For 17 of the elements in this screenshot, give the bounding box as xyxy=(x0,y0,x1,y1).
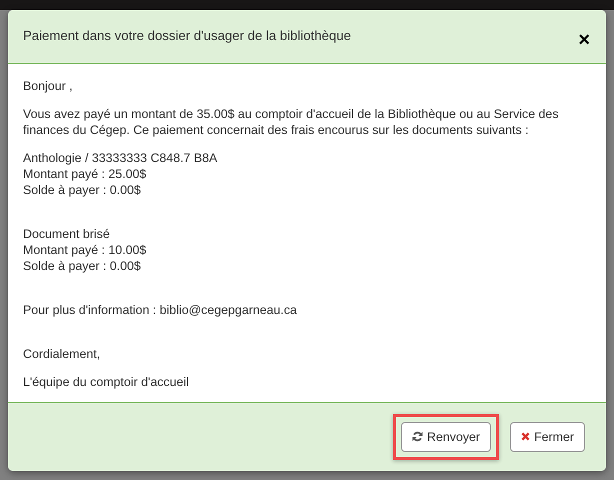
message-text: Anthologie / 33333333 C848.7 B8A xyxy=(23,150,218,166)
message-text: L'équipe du comptoir d'accueil xyxy=(23,374,190,390)
refresh-icon xyxy=(412,431,424,442)
message-text: Montant payé : 10.00$ xyxy=(23,242,148,258)
message-text: Cordialement, xyxy=(23,346,102,362)
close-button[interactable]: × xyxy=(576,30,592,50)
message-text: Solde à payer : 0.00$ xyxy=(23,258,142,274)
message-text: Bonjour , xyxy=(23,78,74,94)
message-text: Solde à payer : 0.00$ xyxy=(23,182,142,198)
message-text: Pour plus d'information : biblio@cegepgarneau.ca xyxy=(23,302,298,318)
message-text: Montant payé : 25.00$ xyxy=(23,166,148,182)
resend-button[interactable]: Renvoyer xyxy=(401,422,492,452)
close-dialog-button[interactable]: Fermer xyxy=(510,422,585,452)
dialog-title: Paiement dans votre dossier d'usager de la bibliothèque xyxy=(23,28,352,43)
close-icon xyxy=(521,432,530,442)
message-text: Vous avez payé un montant de 35.00$ au comptoir d'accueil de la Bibliothèque ou au Service des finances du Cégep. Ce paiement concernait des frais encourus sur les documents suivants : xyxy=(23,106,560,138)
message-text: Document brisé xyxy=(23,226,111,242)
